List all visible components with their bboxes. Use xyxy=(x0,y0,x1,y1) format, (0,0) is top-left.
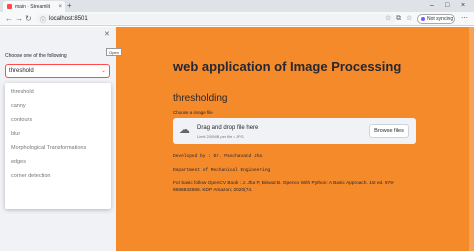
maximize-icon[interactable]: □ xyxy=(445,1,449,11)
sidebar: ✕ Choose one of the following threshold … xyxy=(0,27,116,251)
select-label: Choose one of the following xyxy=(5,53,67,59)
browser-tab[interactable]: main · Streamlit × xyxy=(3,1,65,12)
sync-label: Not syncing xyxy=(427,16,454,22)
dropdown-option[interactable]: threshold xyxy=(11,89,34,95)
file-uploader[interactable]: ☁ Drag and drop file here Limit 200MB pe… xyxy=(173,118,416,144)
back-icon[interactable]: ← xyxy=(5,13,13,25)
dropdown-option[interactable]: corner detection xyxy=(11,173,50,179)
site-info-icon[interactable]: ⓘ xyxy=(40,15,46,24)
scrollbar[interactable] xyxy=(469,27,474,251)
address-bar[interactable]: ⓘ localhost:8501 xyxy=(36,14,396,24)
main-content: web application of Image Processing thre… xyxy=(116,27,474,251)
cloud-upload-icon: ☁ xyxy=(179,124,190,136)
limit-text: Limit 200MB per file • JPG xyxy=(197,134,244,139)
developer-credit: Developed by : Dr. Panchanand Jha xyxy=(173,154,263,159)
dropdown-option[interactable]: canny xyxy=(11,103,26,109)
drag-drop-text: Drag and drop file here xyxy=(197,125,259,131)
close-tab-icon[interactable]: × xyxy=(58,4,62,10)
more-menu-icon[interactable]: ⋯ xyxy=(461,14,468,24)
minimize-icon[interactable]: – xyxy=(430,1,434,11)
favorite-star-icon[interactable]: ☆ xyxy=(385,14,391,24)
selected-value: threshold xyxy=(9,68,34,74)
dropdown-option[interactable]: contours xyxy=(11,117,32,123)
extensions-icon[interactable]: ⧉ xyxy=(396,14,401,24)
sync-button[interactable]: Not syncing xyxy=(417,14,455,24)
profile-avatar-icon xyxy=(421,17,425,21)
streamlit-favicon-icon xyxy=(7,4,12,9)
chevron-down-icon[interactable]: ⌄ xyxy=(101,67,106,74)
dropdown-menu: threshold canny contours blur Morphologi… xyxy=(5,83,111,209)
dropdown-option[interactable]: blur xyxy=(11,131,20,137)
browse-files-button[interactable]: Browse files xyxy=(369,124,409,138)
section-heading: thresholding xyxy=(173,93,228,104)
close-icon[interactable]: ✕ xyxy=(104,30,110,38)
forward-icon[interactable]: → xyxy=(15,13,23,25)
close-window-icon[interactable]: × xyxy=(461,1,465,11)
collections-icon[interactable]: ☆ xyxy=(406,14,412,24)
tab-title: main · Streamlit xyxy=(15,3,51,10)
new-tab-icon[interactable]: + xyxy=(67,1,72,11)
browser-toolbar: ← → ↻ ⓘ localhost:8501 ☆ ⧉ ☆ Not syncing… xyxy=(0,12,474,26)
reload-icon[interactable]: ↻ xyxy=(25,13,32,25)
browser-tab-bar: main · Streamlit × + – □ × xyxy=(0,0,474,12)
reference-text: For basic follow OpenCV Book : J. Jha P,… xyxy=(173,181,395,193)
dropdown-option[interactable]: Morphological Transformations xyxy=(11,145,86,151)
upload-label: Choose a image file xyxy=(173,110,213,115)
open-tooltip: Open xyxy=(106,48,122,56)
dropdown-option[interactable]: edges xyxy=(11,159,26,165)
operation-select[interactable]: threshold ⌄ xyxy=(5,64,110,78)
page-title: web application of Image Processing xyxy=(173,59,402,74)
address-text: localhost:8501 xyxy=(49,16,88,22)
department-text: Department of Mechanical Engineering xyxy=(173,168,271,173)
